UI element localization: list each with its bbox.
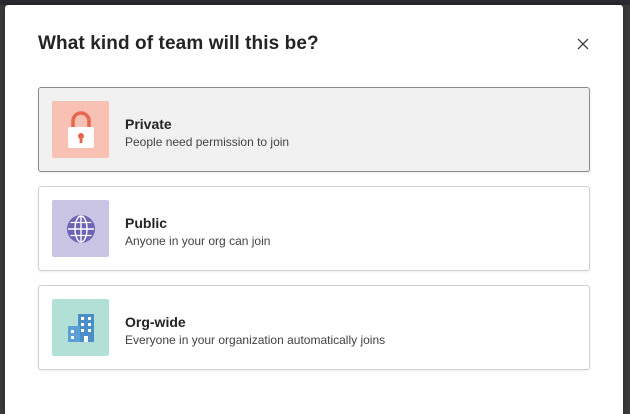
- option-description: Anyone in your org can join: [125, 234, 271, 248]
- close-button[interactable]: [572, 33, 594, 55]
- private-tile: [52, 101, 109, 158]
- globe-icon: [66, 214, 95, 243]
- option-title: Public: [125, 215, 168, 231]
- option-private[interactable]: Private People need permission to join: [38, 87, 590, 172]
- option-description: People need permission to join: [125, 135, 290, 149]
- close-icon: [577, 38, 589, 50]
- org-wide-tile: [52, 299, 109, 356]
- public-tile: [52, 200, 109, 257]
- lock-icon: [67, 110, 94, 148]
- dialog-title: What kind of team will this be?: [38, 33, 319, 54]
- option-title: Org-wide: [125, 314, 186, 330]
- building-icon: [67, 313, 94, 342]
- option-public[interactable]: Public Anyone in your org can join: [38, 186, 590, 271]
- option-org-wide[interactable]: Org-wide Everyone in your organization a…: [38, 285, 590, 370]
- option-description: Everyone in your organization automatica…: [125, 333, 386, 347]
- team-type-dialog: What kind of team will this be? Private …: [5, 5, 623, 414]
- option-title: Private: [125, 116, 172, 132]
